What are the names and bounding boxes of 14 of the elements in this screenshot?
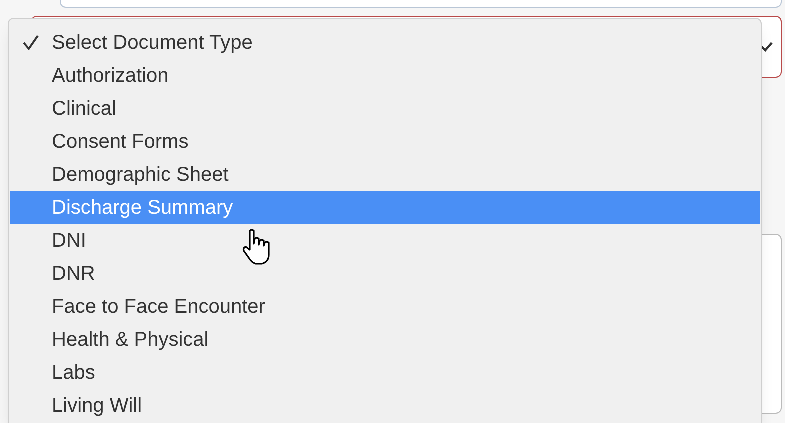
- check-icon: [761, 42, 773, 52]
- menu-option[interactable]: DNI: [10, 224, 760, 257]
- menu-option[interactable]: Authorization: [10, 59, 760, 92]
- menu-option[interactable]: DNR: [10, 257, 760, 290]
- menu-option[interactable]: Demographic Sheet: [10, 158, 760, 191]
- menu-option[interactable]: Health & Physical: [10, 323, 760, 356]
- checkmark-icon: [22, 34, 40, 52]
- menu-option[interactable]: Face to Face Encounter: [10, 290, 760, 323]
- menu-option[interactable]: Clinical: [10, 92, 760, 125]
- menu-option[interactable]: Labs: [10, 356, 760, 389]
- menu-option[interactable]: Select Document Type: [10, 26, 760, 59]
- text-field[interactable]: [60, 0, 782, 8]
- menu-option[interactable]: Consent Forms: [10, 125, 760, 158]
- menu-option[interactable]: Living Will: [10, 389, 760, 422]
